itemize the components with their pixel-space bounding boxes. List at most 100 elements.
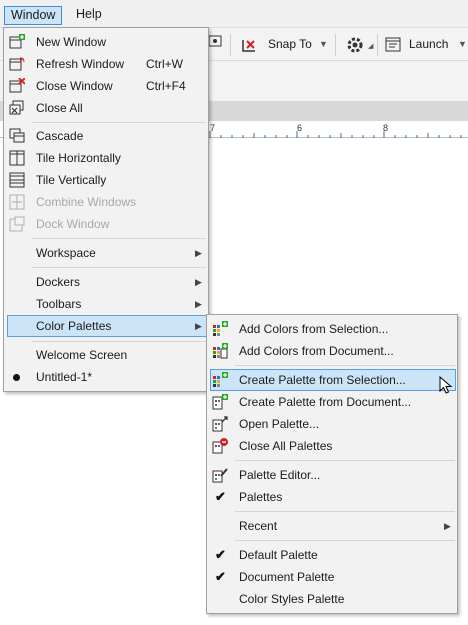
add-colors-selection-icon <box>213 321 228 336</box>
gear-dropdown-icon[interactable]: ◢ <box>368 42 373 50</box>
window-menu: New Window Refresh Window Ctrl+W Close W… <box>3 27 209 392</box>
new-window-icon <box>9 34 25 49</box>
snap-to-icon <box>242 40 255 52</box>
submenu-arrow-icon: ▶ <box>195 248 202 258</box>
tile-vertically-icon <box>9 172 25 188</box>
menu-item-refresh-window[interactable]: Refresh Window Ctrl+W <box>4 53 208 75</box>
menu-item-label: Default Palette <box>239 548 318 562</box>
close-all-palettes-icon <box>212 438 228 454</box>
menu-item-label: Palettes <box>239 490 283 504</box>
menu-item-label: Dockers <box>36 275 81 289</box>
add-colors-document-icon <box>213 343 228 359</box>
menu-help-label: Help <box>76 7 102 21</box>
menu-separator <box>235 460 455 461</box>
create-palette-selection-icon <box>213 372 228 387</box>
menu-item-label: New Window <box>36 35 107 49</box>
menu-item-close-all[interactable]: Close All <box>4 97 208 119</box>
dock-window-icon <box>9 216 25 232</box>
menu-item-dock-window: Dock Window <box>4 213 208 235</box>
menu-separator <box>32 238 206 239</box>
menu-item-label: Tile Horizontally <box>36 151 121 165</box>
checkmark-icon: ✔ <box>215 489 226 504</box>
checkmark-icon: ✔ <box>215 569 226 584</box>
menu-item-palette-editor[interactable]: Palette Editor... <box>207 464 457 486</box>
snap-to-label: Snap To <box>268 37 312 51</box>
menu-item-label: Untitled-1* <box>36 370 93 384</box>
menu-item-untitled-document[interactable]: Untitled-1* <box>4 366 208 388</box>
tile-horizontally-icon <box>9 150 25 166</box>
close-all-icon <box>9 100 24 115</box>
menu-item-label: Close Window <box>36 79 113 93</box>
menu-separator <box>32 341 206 342</box>
menu-item-label: Close All Palettes <box>239 439 333 453</box>
launch-label: Launch <box>409 37 449 51</box>
menu-item-create-palette-from-document[interactable]: Create Palette from Document... <box>207 391 457 413</box>
submenu-arrow-icon: ▶ <box>195 299 202 309</box>
submenu-arrow-icon: ▶ <box>195 277 202 287</box>
menu-item-color-styles-palette[interactable]: Color Styles Palette <box>207 588 457 610</box>
combine-windows-icon <box>9 194 25 210</box>
refresh-window-icon <box>9 57 25 71</box>
menu-item-add-colors-from-document[interactable]: Add Colors from Document... <box>207 340 457 362</box>
toolbar-separator <box>335 34 336 56</box>
menu-item-label: Create Palette from Selection... <box>239 373 406 387</box>
menu-item-combine-windows: Combine Windows <box>4 191 208 213</box>
launch-dropdown-icon[interactable]: ▼ <box>458 39 467 49</box>
ruler-ticks <box>209 131 462 138</box>
menu-item-new-window[interactable]: New Window <box>4 31 208 53</box>
snap-to-dropdown-icon[interactable]: ▼ <box>319 39 328 49</box>
menu-item-cascade[interactable]: Cascade <box>4 125 208 147</box>
gear-icon[interactable] <box>346 36 364 54</box>
menu-window-label: Window <box>11 8 56 22</box>
close-window-icon <box>9 78 25 93</box>
menu-item-create-palette-from-selection[interactable]: Create Palette from Selection... <box>210 369 456 391</box>
menu-item-close-all-palettes[interactable]: Close All Palettes <box>207 435 457 457</box>
cascade-icon <box>9 128 25 143</box>
menu-item-palettes[interactable]: ✔ Palettes <box>207 486 457 508</box>
snap-to-button[interactable]: Snap To <box>268 37 312 51</box>
menu-item-document-palette[interactable]: ✔ Document Palette <box>207 566 457 588</box>
toolbar-separator <box>377 34 378 56</box>
menu-item-label: Toolbars <box>36 297 82 311</box>
menu-item-label: Color Palettes <box>36 319 112 333</box>
menu-item-open-palette[interactable]: Open Palette... <box>207 413 457 435</box>
menu-separator <box>32 267 206 268</box>
eye-icon[interactable] <box>208 35 222 47</box>
menu-item-dockers[interactable]: Dockers ▶ <box>4 271 208 293</box>
checkmark-icon: ✔ <box>215 547 226 562</box>
menu-separator <box>235 365 455 366</box>
menu-item-label: Add Colors from Document... <box>239 344 394 358</box>
menu-help[interactable]: Help <box>70 6 108 25</box>
active-document-bullet-icon <box>13 374 20 381</box>
create-palette-document-icon <box>212 394 228 410</box>
launch-button[interactable]: Launch <box>409 37 448 51</box>
menu-item-workspace[interactable]: Workspace ▶ <box>4 242 208 264</box>
menu-item-label: Document Palette <box>239 570 335 584</box>
menu-item-tile-horizontally[interactable]: Tile Horizontally <box>4 147 208 169</box>
palette-editor-icon <box>212 468 228 483</box>
submenu-arrow-icon: ▶ <box>195 321 202 331</box>
color-palettes-submenu: Add Colors from Selection... Add Colors … <box>206 314 458 614</box>
menu-item-label: Welcome Screen <box>36 348 128 362</box>
menu-item-toolbars[interactable]: Toolbars ▶ <box>4 293 208 315</box>
menu-item-label: Create Palette from Document... <box>239 395 412 409</box>
menu-item-label: Workspace <box>36 246 96 260</box>
menu-item-label: Open Palette... <box>239 417 320 431</box>
menu-item-tile-vertically[interactable]: Tile Vertically <box>4 169 208 191</box>
menu-item-label: Combine Windows <box>36 195 137 209</box>
menu-separator <box>235 511 455 512</box>
menu-item-label: Close All <box>36 101 83 115</box>
menu-item-label: Refresh Window <box>36 57 125 71</box>
menu-item-label: Recent <box>239 519 278 533</box>
menu-item-welcome-screen[interactable]: Welcome Screen <box>4 344 208 366</box>
toolbar-separator <box>230 34 231 56</box>
menu-item-add-colors-from-selection[interactable]: Add Colors from Selection... <box>207 318 457 340</box>
open-palette-icon <box>212 416 228 432</box>
menu-item-color-palettes[interactable]: Color Palettes ▶ <box>7 315 207 337</box>
menu-item-close-window[interactable]: Close Window Ctrl+F4 <box>4 75 208 97</box>
shortcut-label: Ctrl+W <box>146 57 183 71</box>
menu-window[interactable]: Window <box>4 6 63 25</box>
menu-bar: Window Help <box>0 0 468 28</box>
menu-item-recent[interactable]: Recent ▶ <box>207 515 457 537</box>
menu-item-default-palette[interactable]: ✔ Default Palette <box>207 544 457 566</box>
